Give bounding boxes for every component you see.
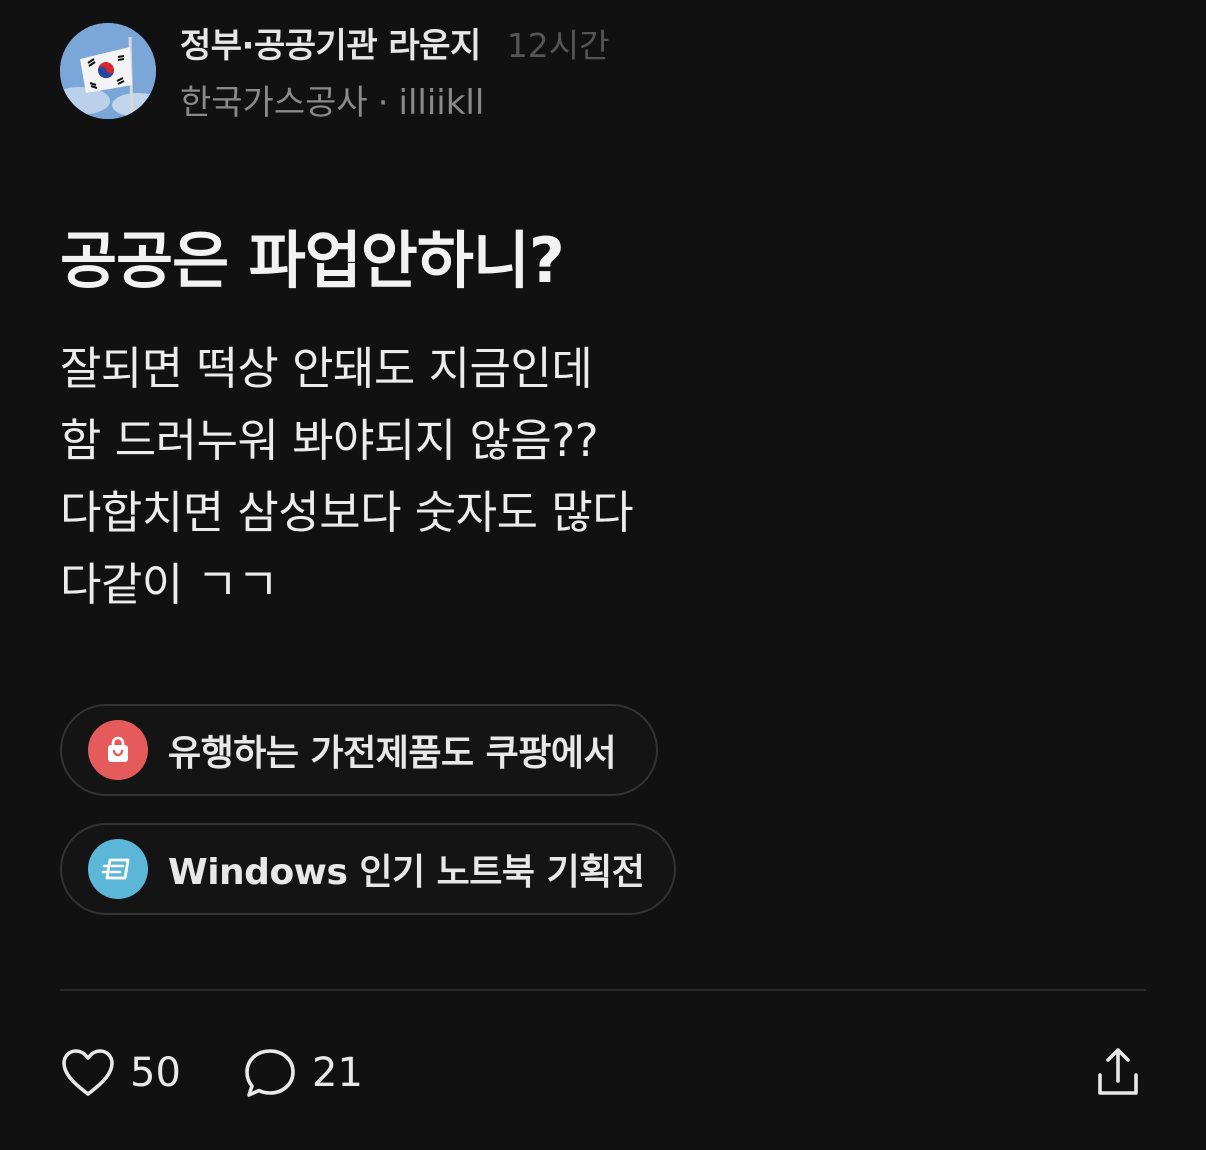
post-body: 잘되면 떡상 안돼도 지금인데 함 드러누워 봐야되지 않음?? 다합치면 삼성… (60, 333, 960, 621)
post-body-line: 함 드러누워 봐야되지 않음?? (60, 414, 599, 467)
promo-label: 유행하는 가전제품도 쿠팡에서 (168, 733, 617, 774)
comment-count: 21 (312, 1050, 363, 1096)
post-meta: 정부·공공기관 라운지 12시간 한국가스공사 · illiikll (180, 18, 610, 124)
post-body-line: 잘되면 떡상 안돼도 지금인데 (60, 342, 593, 395)
like-count: 50 (130, 1050, 181, 1096)
post-title: 공공은 파업안하니? (60, 224, 565, 297)
post-timestamp: 12시간 (506, 26, 610, 65)
post-body-line: 다같이 ㄱㄱ (60, 558, 279, 611)
event-ticket-icon (88, 839, 148, 899)
channel-name[interactable]: 정부·공공기관 라운지 (180, 18, 481, 67)
heart-icon (62, 1049, 114, 1096)
author-username[interactable]: illiikll (399, 83, 485, 123)
post-body-line: 다합치면 삼성보다 숫자도 많다 (60, 486, 634, 539)
promo-link-coupang-appliances[interactable]: 유행하는 가전제품도 쿠팡에서 (60, 704, 658, 796)
promo-label: Windows 인기 노트북 기획전 (168, 852, 645, 893)
shopping-bag-icon (88, 720, 148, 780)
post-header: 정부·공공기관 라운지 12시간 한국가스공사 · illiikll (60, 18, 760, 124)
channel-avatar[interactable] (60, 23, 156, 119)
share-icon (1098, 1048, 1138, 1095)
like-button[interactable]: 50 (60, 1040, 181, 1106)
comment-button[interactable]: 21 (242, 1040, 363, 1106)
share-button[interactable] (1090, 1040, 1146, 1106)
divider (60, 989, 1146, 991)
korean-flag-icon (60, 23, 156, 119)
author-company[interactable]: 한국가스공사 (180, 75, 368, 124)
meta-separator: · (377, 83, 389, 123)
promo-link-windows-laptops[interactable]: Windows 인기 노트북 기획전 (60, 823, 676, 915)
speech-bubble-icon (245, 1049, 295, 1097)
post-action-bar: 50 21 (60, 1040, 1146, 1106)
